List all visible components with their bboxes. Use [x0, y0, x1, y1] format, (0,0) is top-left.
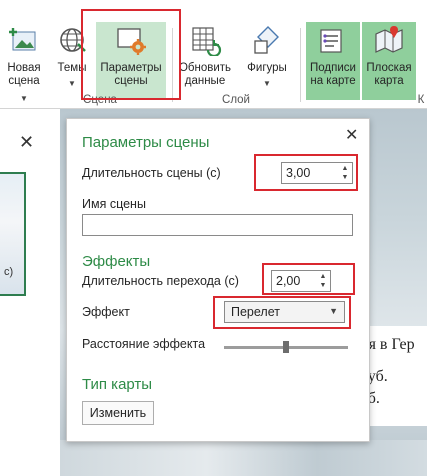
close-icon[interactable]: ✕ [345, 125, 358, 145]
map-labels-label: Подписи на карте [310, 62, 356, 87]
change-map-type-button[interactable]: Изменить [82, 401, 154, 425]
highlight-scene-duration [254, 154, 358, 191]
highlight-scene-parameters [81, 9, 181, 100]
highlight-effect-dropdown [213, 296, 351, 329]
map-type-section-title: Тип карты [82, 376, 153, 393]
scene-name-input[interactable] [82, 214, 353, 236]
shapes-button[interactable]: Фигуры ▼ [240, 22, 294, 100]
new-scene-icon [9, 28, 36, 51]
scene-thumbnail-label: с) [4, 266, 14, 278]
refresh-data-button[interactable]: Обновить данные [178, 22, 232, 100]
effects-section-title: Эффекты [82, 253, 151, 270]
new-scene-label: Новая сцена [7, 62, 41, 87]
highlight-transition-duration [262, 263, 355, 295]
group-label-truncated: К [417, 94, 425, 106]
flat-map-button[interactable]: Плоская карта [362, 22, 416, 100]
effect-distance-label: Расстояние эффекта [82, 337, 206, 351]
chevron-down-icon: ▼ [20, 94, 28, 103]
close-icon[interactable]: ✕ [19, 132, 34, 153]
chevron-down-icon: ▼ [68, 79, 76, 88]
refresh-table-icon [192, 27, 222, 56]
map-labels-icon [320, 29, 342, 53]
group-label-layer: Слой [222, 94, 250, 106]
chevron-down-icon: ▼ [263, 79, 271, 88]
flat-map-icon [375, 26, 403, 53]
flat-map-label: Плоская карта [366, 62, 412, 87]
map-terrain [60, 440, 427, 476]
ribbon-separator [300, 28, 301, 102]
dialog-title: Параметры сцены [82, 134, 210, 151]
transition-duration-label: Длительность перехода (с) [82, 274, 239, 288]
effect-label: Эффект [82, 305, 130, 319]
scene-duration-label: Длительность сцены (с) [82, 166, 221, 180]
effect-distance-slider-thumb[interactable] [283, 341, 289, 353]
map-labels-button[interactable]: Подписи на карте [306, 22, 360, 100]
refresh-data-label: Обновить данные [178, 62, 232, 87]
shapes-icon [254, 26, 279, 54]
shapes-label: Фигуры [247, 62, 287, 74]
new-scene-button[interactable]: Новая сцена ▼ [2, 22, 46, 103]
scene-name-label: Имя сцены [82, 197, 146, 211]
ribbon: Новая сцена ▼ Темы ▼ Параметры сцены Сце… [0, 0, 427, 109]
